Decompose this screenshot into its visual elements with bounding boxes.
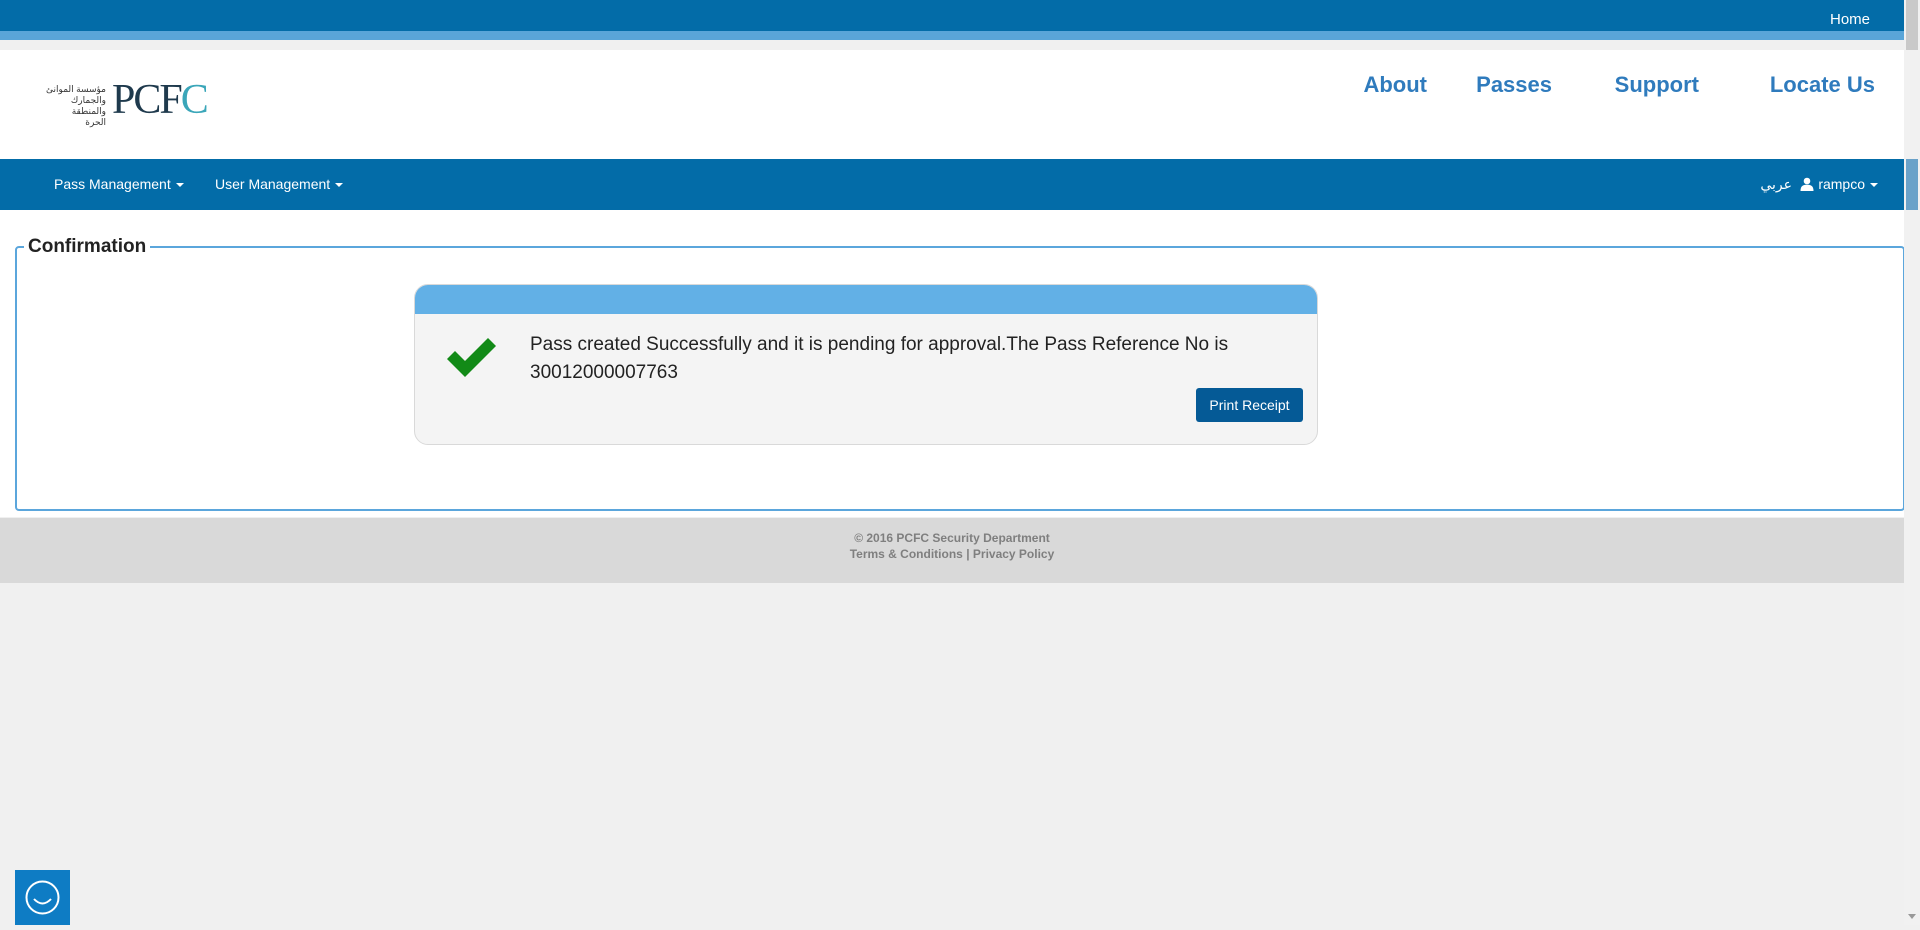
scrollbar-thumb[interactable] [1906,0,1918,50]
success-message: Pass created Successfully and it is pend… [530,334,1229,383]
chat-button[interactable] [15,870,70,925]
pass-management-menu[interactable]: Pass Management [54,176,184,192]
pass-management-label: Pass Management [54,176,171,192]
privacy-link[interactable]: Privacy Policy [973,547,1054,561]
username-label: rampco [1818,176,1865,192]
site-footer: © 2016 PCFC Security Department Terms & … [0,518,1904,583]
scrollbar-segment [1906,159,1918,210]
message-box-header [415,285,1317,314]
print-receipt-button[interactable]: Print Receipt [1196,388,1303,422]
caret-down-icon [175,183,184,188]
top-bar: Home [0,0,1904,40]
logo-arabic-text: مؤسسة الموانئ والجمارك والمنطقة الحرة [46,84,106,127]
user-icon [1800,177,1814,191]
site-header: مؤسسة الموانئ والجمارك والمنطقة الحرة PC… [0,50,1904,159]
user-menu[interactable]: rampco [1800,176,1878,192]
terms-link[interactable]: Terms & Conditions [850,547,963,561]
language-switch[interactable]: عربي [1760,176,1792,193]
confirmation-legend: Confirmation [28,236,147,257]
nav-locate-us[interactable]: Locate Us [1770,72,1875,98]
pcfc-logo[interactable]: مؤسسة الموانئ والجمارك والمنطقة الحرة PC… [36,79,226,127]
nav-about[interactable]: About [1363,72,1427,98]
app-navbar: Pass Management User Management عربي ram… [0,159,1904,210]
success-message-box: Pass created Successfully and it is pend… [414,284,1318,445]
logo-wordmark: PCFC [112,77,209,123]
caret-down-icon [1870,183,1878,188]
user-management-menu[interactable]: User Management [215,176,344,192]
caret-down-icon [335,183,344,188]
user-management-label: User Management [215,176,331,192]
scroll-down-icon[interactable] [1908,914,1916,919]
nav-passes[interactable]: Passes [1476,72,1552,98]
chat-icon [25,880,60,915]
page-scrollbar[interactable] [1904,0,1920,925]
checkmark-icon [447,338,496,377]
home-link[interactable]: Home [1830,11,1870,28]
nav-support[interactable]: Support [1615,72,1699,98]
copyright-text: © 2016 PCFC Security Department [854,531,1050,545]
footer-separator: | [966,547,970,561]
